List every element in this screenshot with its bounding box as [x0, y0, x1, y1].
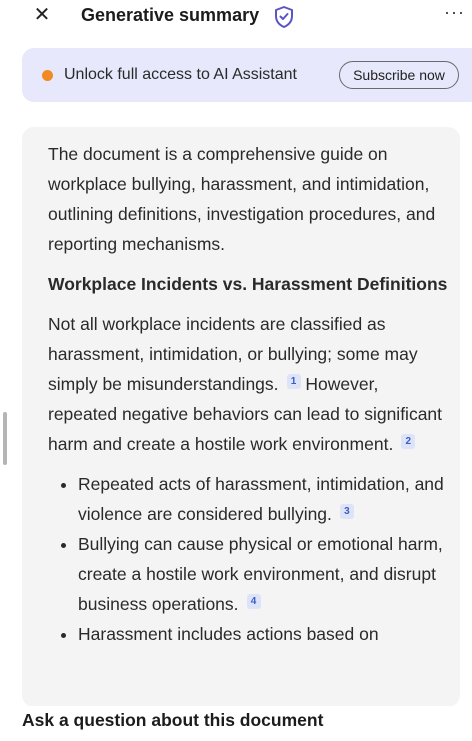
panel-title: Generative summary — [81, 5, 260, 25]
list-item-text: Repeated acts of harassment, intimidatio… — [78, 474, 444, 524]
citation-badge[interactable]: 4 — [246, 594, 261, 609]
bullet-list: Repeated acts of harassment, intimidatio… — [48, 469, 448, 649]
close-icon[interactable]: ✕ — [30, 4, 54, 28]
status-dot-icon — [42, 70, 53, 81]
summary-card: The document is a comprehensive guide on… — [22, 127, 460, 707]
ask-bar: Ask a question about this document — [0, 706, 472, 741]
list-item: Harassment includes actions based on — [78, 619, 448, 649]
summary-content: The document is a comprehensive guide on… — [48, 139, 448, 649]
ask-question-input[interactable]: Ask a question about this document — [22, 710, 323, 731]
subscribe-button[interactable]: Subscribe now — [339, 61, 459, 89]
citation-badge[interactable]: 3 — [339, 504, 354, 519]
citation-badge[interactable]: 1 — [286, 374, 301, 389]
resize-handle[interactable] — [3, 412, 7, 465]
list-item-text: Harassment includes actions based on — [78, 624, 379, 644]
summary-paragraph: Not all workplace incidents are classifi… — [48, 309, 448, 459]
summary-intro: The document is a comprehensive guide on… — [48, 144, 436, 254]
upgrade-banner: Unlock full access to AI Assistant Subsc… — [22, 48, 472, 102]
citation-badge[interactable]: 2 — [401, 434, 416, 449]
more-options-icon[interactable]: ··· — [444, 2, 465, 23]
panel-header: ✕ Generative summary ··· — [0, 0, 472, 36]
shield-check-icon — [275, 6, 293, 28]
list-item: Repeated acts of harassment, intimidatio… — [78, 469, 448, 529]
banner-text: Unlock full access to AI Assistant — [64, 66, 297, 83]
list-item: Bullying can cause physical or emotional… — [78, 529, 448, 619]
section-heading: Workplace Incidents vs. Harassment Defin… — [48, 274, 448, 294]
